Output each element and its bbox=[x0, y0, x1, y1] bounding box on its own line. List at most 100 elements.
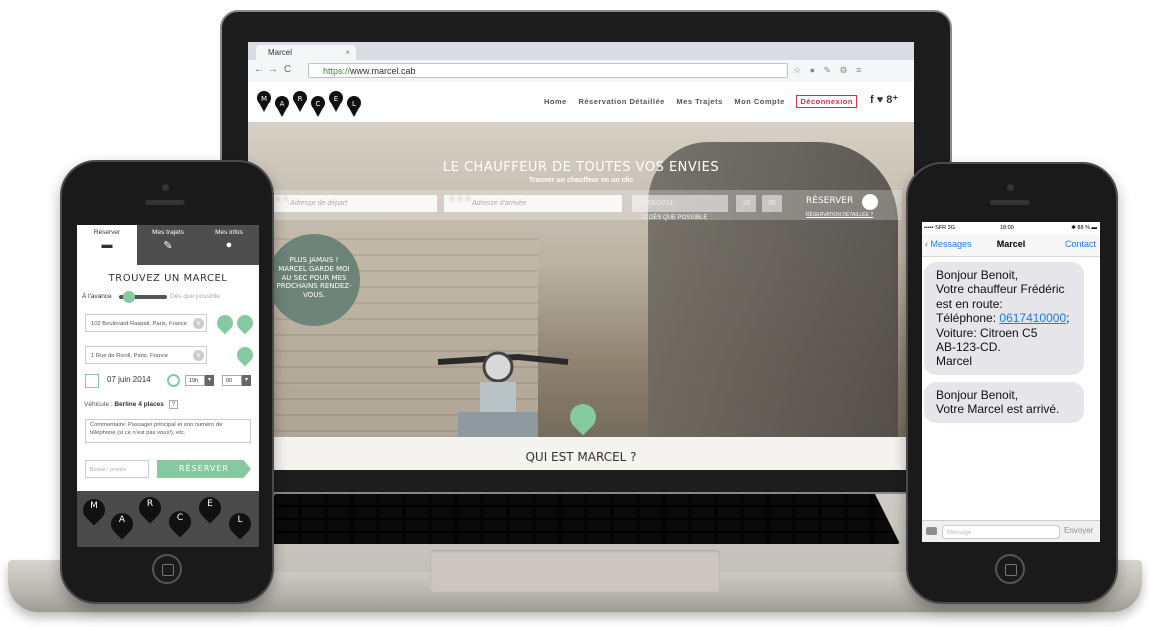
message-line: Voiture: Citroen C5 bbox=[936, 325, 1038, 340]
url-host: www.marcel.cab bbox=[350, 66, 416, 76]
tab-label: Mes trajets bbox=[152, 229, 184, 236]
user-icon: ● bbox=[225, 239, 233, 251]
chevron-down-icon[interactable]: ▾ bbox=[205, 375, 214, 386]
asap-checkbox[interactable]: ☐ DÈS QUE POSSIBLE bbox=[642, 214, 707, 221]
browser-tab[interactable]: Marcel × bbox=[256, 45, 356, 60]
phone-label: Téléphone: bbox=[936, 311, 1000, 326]
hour-select[interactable]: 19h bbox=[185, 375, 205, 386]
tab-mes-trajets[interactable]: Mes trajets ✎ bbox=[138, 225, 198, 265]
speech-bubble: PLUS JAMAIS ! MARCEL GARDE MOI AU SEC PO… bbox=[268, 234, 360, 326]
hour-input[interactable]: 15 bbox=[736, 195, 756, 212]
site-header: M A R C E L Home Réservation Détaillée M… bbox=[248, 82, 914, 122]
message-line: Votre Marcel est arrivé. bbox=[936, 402, 1060, 417]
tab-mes-infos[interactable]: Mes infos ● bbox=[199, 225, 259, 265]
nav-my-trips[interactable]: Mes Trajets bbox=[676, 97, 722, 106]
edit-icon: ✎ bbox=[163, 240, 173, 252]
reserve-button[interactable]: RÉSERVER bbox=[157, 460, 251, 478]
carrier: ••••• SFR 3G bbox=[924, 225, 956, 231]
logo-letter: R bbox=[146, 499, 154, 509]
tab-title: Marcel bbox=[268, 48, 293, 57]
reserve-button[interactable]: RÉSERVER bbox=[806, 196, 853, 206]
message-bubble: Bonjour Benoit, Votre chauffeur Frédéric… bbox=[924, 262, 1084, 375]
nav-home[interactable]: Home bbox=[544, 97, 567, 106]
extension-icons[interactable]: ☆ ● ✎ ⚙ ≡ bbox=[793, 65, 864, 76]
minute-input[interactable]: 35 bbox=[762, 195, 782, 212]
url-scheme: https:// bbox=[323, 66, 351, 76]
chevron-down-icon[interactable]: ▾ bbox=[242, 375, 251, 386]
who-title: QUI EST MARCEL ? bbox=[525, 450, 637, 464]
site-nav: Home Réservation Détaillée Mes Trajets M… bbox=[544, 95, 866, 108]
departure-field[interactable]: 102 Boulevard Raspail, Paris, France bbox=[85, 314, 207, 332]
vehicle-label: Véhicule : bbox=[84, 401, 113, 408]
booking-app-screen: Réserver ▬ Mes trajets ✎ Mes infos ● TRO… bbox=[77, 225, 259, 547]
departure-input[interactable]: Adresse de départ bbox=[262, 195, 437, 212]
promo-input[interactable]: Bonus / promo bbox=[85, 460, 149, 478]
tab-label: Réserver bbox=[93, 229, 121, 236]
right-phone-earpiece bbox=[990, 200, 1030, 205]
plane-icon[interactable] bbox=[233, 343, 257, 367]
nav-my-account[interactable]: Mon Compte bbox=[734, 97, 784, 106]
browser-toolbar: ← → C https://www.marcel.cab ☆ ● ✎ ⚙ ≡ bbox=[248, 60, 914, 83]
send-button[interactable]: Envoyer bbox=[1064, 526, 1093, 535]
logo-letter: E bbox=[334, 95, 338, 103]
app-tabbar: Réserver ▬ Mes trajets ✎ Mes infos ● bbox=[77, 225, 259, 265]
clock-icon bbox=[167, 374, 180, 387]
left-phone-camera bbox=[162, 184, 169, 191]
right-phone-home-button[interactable] bbox=[995, 554, 1025, 584]
camera-icon[interactable] bbox=[926, 527, 937, 535]
comment-textarea[interactable]: Commentaire: Passager principal et son n… bbox=[85, 419, 251, 443]
help-icon[interactable]: ? bbox=[168, 400, 179, 409]
social-icons[interactable]: f ♥ 8⁺ bbox=[870, 93, 898, 106]
clock: 18:00 bbox=[1000, 225, 1014, 231]
date-input[interactable]: 21/06/2014 bbox=[632, 195, 728, 212]
close-icon[interactable]: × bbox=[345, 45, 350, 60]
plane-icon[interactable] bbox=[233, 311, 257, 335]
messages-navbar: ‹ Messages Marcel Contact bbox=[922, 234, 1100, 257]
forward-icon[interactable]: → bbox=[268, 64, 278, 75]
clear-icon[interactable]: × bbox=[193, 318, 204, 329]
back-icon[interactable]: ← bbox=[254, 64, 264, 75]
reload-icon[interactable]: C bbox=[284, 64, 291, 75]
logo-letter: L bbox=[352, 100, 356, 108]
phone-link[interactable]: 0617410000 bbox=[999, 311, 1066, 325]
marcel-logo[interactable]: M A R C E L bbox=[256, 88, 366, 118]
left-phone-home-button[interactable] bbox=[152, 554, 182, 584]
sms-screen: ••••• SFR 3G 18:00 ✱ 88 % ▬ ‹ Messages M… bbox=[922, 222, 1100, 542]
logo-letter: R bbox=[298, 95, 303, 103]
tab-label: Mes infos bbox=[215, 229, 243, 236]
nav-detailed-booking[interactable]: Réservation Détaillée bbox=[578, 97, 664, 106]
logo-letter: C bbox=[316, 100, 321, 108]
hero-title: LE CHAUFFEUR DE TOUTES VOS ENVIES bbox=[442, 160, 720, 175]
hero-subtitle: Trouver un chauffeur en un clic bbox=[528, 177, 634, 184]
address-bar[interactable]: https://www.marcel.cab bbox=[308, 63, 788, 78]
car-icon[interactable] bbox=[862, 194, 878, 210]
logo-letter: A bbox=[280, 100, 285, 108]
tab-reserver[interactable]: Réserver ▬ bbox=[77, 225, 137, 265]
car-icon: ▬ bbox=[101, 239, 113, 251]
minute-select[interactable]: 00 bbox=[222, 375, 242, 386]
status-bar: ••••• SFR 3G 18:00 ✱ 88 % ▬ bbox=[922, 222, 1100, 234]
message-line: Bonjour Benoit, bbox=[936, 388, 1019, 402]
app-title: TROUVEZ UN MARCEL bbox=[108, 273, 228, 284]
message-line: est en route: bbox=[936, 296, 1003, 311]
logout-button[interactable]: Déconnexion bbox=[796, 95, 857, 108]
message-line: Marcel bbox=[936, 354, 973, 369]
location-pin-icon[interactable] bbox=[213, 311, 237, 335]
logo-letter: C bbox=[176, 513, 184, 523]
toggle-asap-label: Dès que possible bbox=[170, 293, 220, 300]
logo-letter: E bbox=[207, 499, 213, 509]
contact-button[interactable]: Contact bbox=[1065, 239, 1096, 249]
asap-label: DÈS QUE POSSIBLE bbox=[649, 215, 708, 221]
date-value[interactable]: 07 juin 2014 bbox=[107, 375, 151, 384]
message-line: Bonjour Benoit, bbox=[936, 268, 1019, 282]
arrival-input[interactable]: Adresse d'arrivée bbox=[444, 195, 622, 212]
detailed-booking-link[interactable]: RÉSERVATION DÉTAILLÉE ? bbox=[806, 212, 873, 218]
calendar-icon[interactable] bbox=[85, 374, 99, 388]
message-input[interactable]: Message bbox=[942, 525, 1060, 539]
laptop-trackpad bbox=[430, 550, 720, 592]
clear-icon[interactable]: × bbox=[193, 350, 204, 361]
toggle-knob[interactable] bbox=[123, 291, 135, 303]
browser-tabstrip: Marcel × bbox=[248, 42, 914, 60]
vehicle-row[interactable]: Véhicule : Berline 4 places ? bbox=[84, 400, 179, 409]
arrival-field[interactable]: 1 Rue de Rivoli, Paris, France bbox=[85, 346, 207, 364]
